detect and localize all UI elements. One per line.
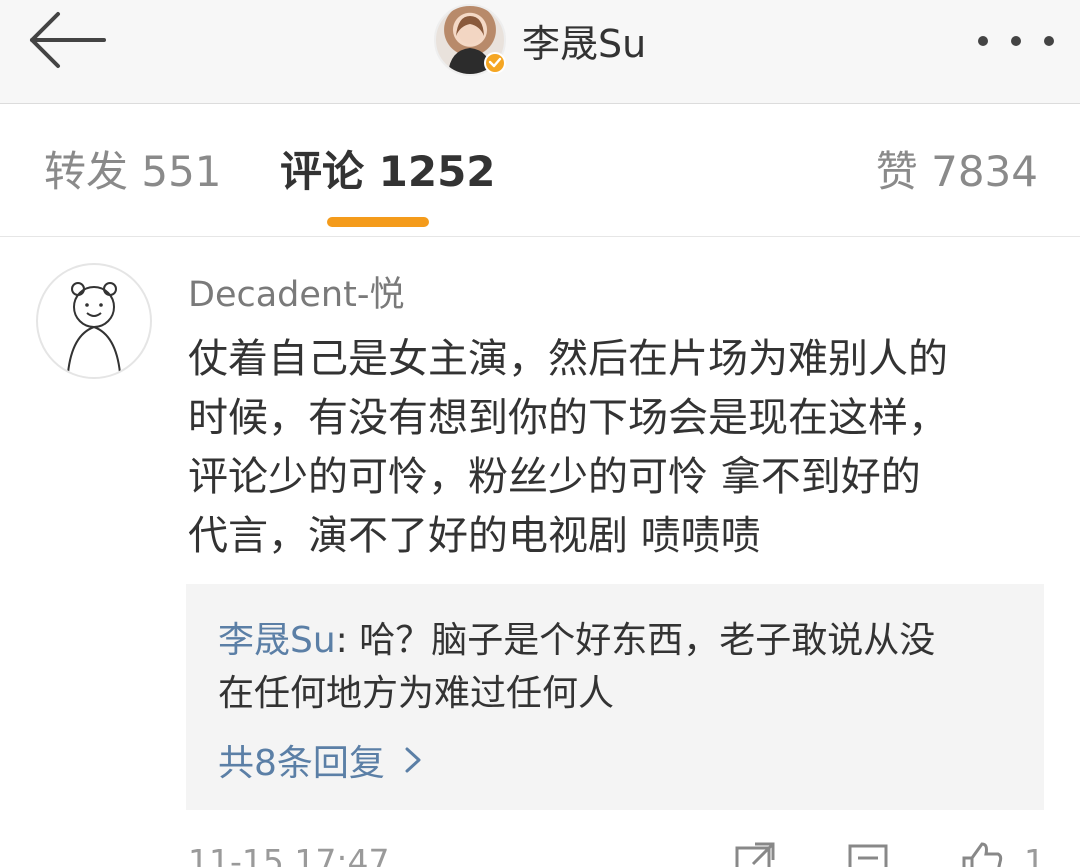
back-button[interactable]: [24, 10, 110, 70]
active-tab-indicator: [327, 217, 429, 227]
account-header[interactable]: 李晟Su: [434, 0, 646, 80]
view-all-replies-link[interactable]: 共8条回复: [218, 734, 425, 786]
comment-timestamp: 11-15 17:47: [188, 842, 390, 867]
commenter-avatar[interactable]: [36, 263, 152, 379]
tab-comments[interactable]: 评论 1252: [280, 144, 496, 200]
account-name[interactable]: 李晟Su: [522, 13, 646, 68]
comment-icon[interactable]: [846, 840, 890, 867]
account-avatar[interactable]: [434, 4, 506, 76]
tab-bar: 转发 551 评论 1252 赞 7834: [0, 104, 1080, 237]
cartoon-avatar-icon: [67, 282, 121, 374]
comment-body: 仗着自己是女主演，然后在片场为难别人的 时候，有没有想到你的下场会是现在这样， …: [188, 330, 1050, 566]
reply-separator: :: [335, 620, 360, 661]
comment-line: 评论少的可怜，粉丝少的可怜 拿不到好的: [188, 454, 921, 500]
chevron-right-icon: [405, 747, 421, 773]
verified-badge-icon: [484, 52, 506, 74]
more-horizontal-icon: [978, 36, 988, 46]
reply-text: 哈？脑子是个好东西，老子敢说从没: [359, 620, 936, 661]
reply-line-2: 在任何地方为难过任何人: [218, 673, 615, 714]
like-thumb-icon[interactable]: [960, 840, 1004, 867]
reply-line-1: 李晟Su: 哈？脑子是个好东西，老子敢说从没: [218, 614, 1018, 667]
comment-line: 仗着自己是女主演，然后在片场为难别人的: [188, 336, 948, 382]
more-dot: [1044, 36, 1054, 46]
reply-preview-box[interactable]: 李晟Su: 哈？脑子是个好东西，老子敢说从没 在任何地方为难过任何人 共8条回复: [186, 584, 1044, 810]
comment-line: 代言，演不了好的电视剧 啧啧啧: [188, 513, 761, 559]
top-nav-bar: 李晟Su: [0, 0, 1080, 104]
more-dot: [1011, 36, 1021, 46]
arrow-left-icon: [30, 12, 106, 68]
repost-icon[interactable]: [733, 840, 777, 867]
tab-reposts[interactable]: 转发 551: [44, 144, 222, 200]
reply-author[interactable]: 李晟Su: [218, 620, 336, 661]
tab-likes[interactable]: 赞 7834: [876, 144, 1038, 200]
commenter-username[interactable]: Decadent-悦: [188, 266, 404, 317]
reply-preview: 李晟Su: 哈？脑子是个好东西，老子敢说从没 在任何地方为难过任何人: [218, 614, 1018, 720]
like-count: 1: [1024, 842, 1045, 867]
weibo-comment-page: 李晟Su 转发 551 评论 1252 赞 7834 Decadent-悦 仗着…: [0, 0, 1080, 867]
replies-count-label: 共8条回复: [218, 743, 385, 784]
comment-meta-row: 11-15 17:47 1: [0, 838, 1080, 867]
more-options-button[interactable]: [978, 26, 1054, 56]
comment-line: 时候，有没有想到你的下场会是现在这样，: [188, 395, 948, 441]
